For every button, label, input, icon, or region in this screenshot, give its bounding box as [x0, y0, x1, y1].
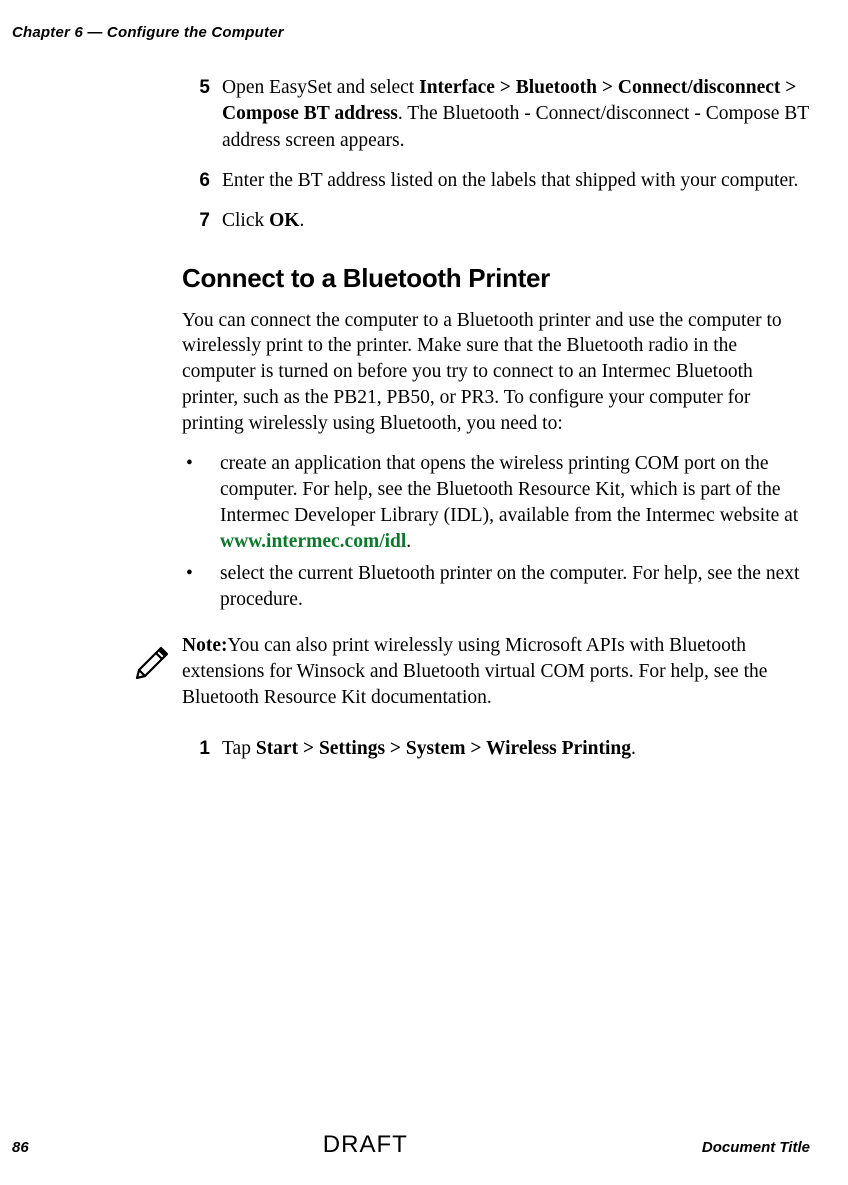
intermec-link[interactable]: www.intermec.com/idl	[220, 531, 406, 552]
main-content: 5 Open EasySet and select Interface > Bl…	[182, 75, 810, 762]
step-pre: Open EasySet and select	[222, 77, 419, 98]
step-body: Click OK.	[222, 208, 304, 234]
bullet-list: • create an application that opens the w…	[182, 451, 810, 613]
bullet-body: create an application that opens the wir…	[220, 451, 810, 555]
draft-watermark: DRAFT	[323, 1131, 408, 1159]
note-body-text: You can also print wirelessly using Micr…	[182, 635, 767, 709]
step-pre: Tap	[222, 738, 256, 759]
bullet-pre: select the current Bluetooth printer on …	[220, 563, 799, 610]
page-number: 86	[12, 1139, 29, 1156]
step-number: 1	[182, 736, 222, 762]
step-5: 5 Open EasySet and select Interface > Bl…	[182, 75, 810, 154]
step-number: 7	[182, 208, 222, 234]
bullet-body: select the current Bluetooth printer on …	[220, 561, 810, 613]
step-7: 7 Click OK.	[182, 208, 810, 234]
page-footer: 86 DRAFT Document Title	[12, 1131, 810, 1159]
step-pre: Enter the BT address listed on the label…	[222, 170, 798, 191]
note-label: Note:	[182, 635, 227, 656]
step-bold: Start > Settings > System > Wireless Pri…	[256, 738, 631, 759]
list-item: • create an application that opens the w…	[182, 451, 810, 555]
step-body: Open EasySet and select Interface > Blue…	[222, 75, 810, 154]
list-item: • select the current Bluetooth printer o…	[182, 561, 810, 613]
bullet-marker: •	[182, 451, 220, 555]
intro-paragraph: You can connect the computer to a Blueto…	[182, 308, 810, 438]
step-number: 5	[182, 75, 222, 154]
bullet-pre: create an application that opens the wir…	[220, 453, 798, 526]
step-post: .	[299, 210, 304, 231]
step-number: 6	[182, 168, 222, 194]
step-6: 6 Enter the BT address listed on the lab…	[182, 168, 810, 194]
step-post: .	[631, 738, 636, 759]
note-block: Note:You can also print wirelessly using…	[182, 633, 810, 712]
note-pencil-icon	[132, 639, 174, 684]
document-title: Document Title	[702, 1139, 810, 1156]
running-header: Chapter 6 — Configure the Computer	[12, 24, 810, 41]
bullet-post: .	[406, 531, 411, 552]
step-1: 1 Tap Start > Settings > System > Wirele…	[182, 736, 810, 762]
note-text: Note:You can also print wirelessly using…	[182, 633, 810, 712]
step-pre: Click	[222, 210, 269, 231]
step-bold: OK	[269, 210, 299, 231]
step-body: Enter the BT address listed on the label…	[222, 168, 798, 194]
step-body: Tap Start > Settings > System > Wireless…	[222, 736, 636, 762]
bullet-marker: •	[182, 561, 220, 613]
section-heading: Connect to a Bluetooth Printer	[182, 263, 810, 294]
